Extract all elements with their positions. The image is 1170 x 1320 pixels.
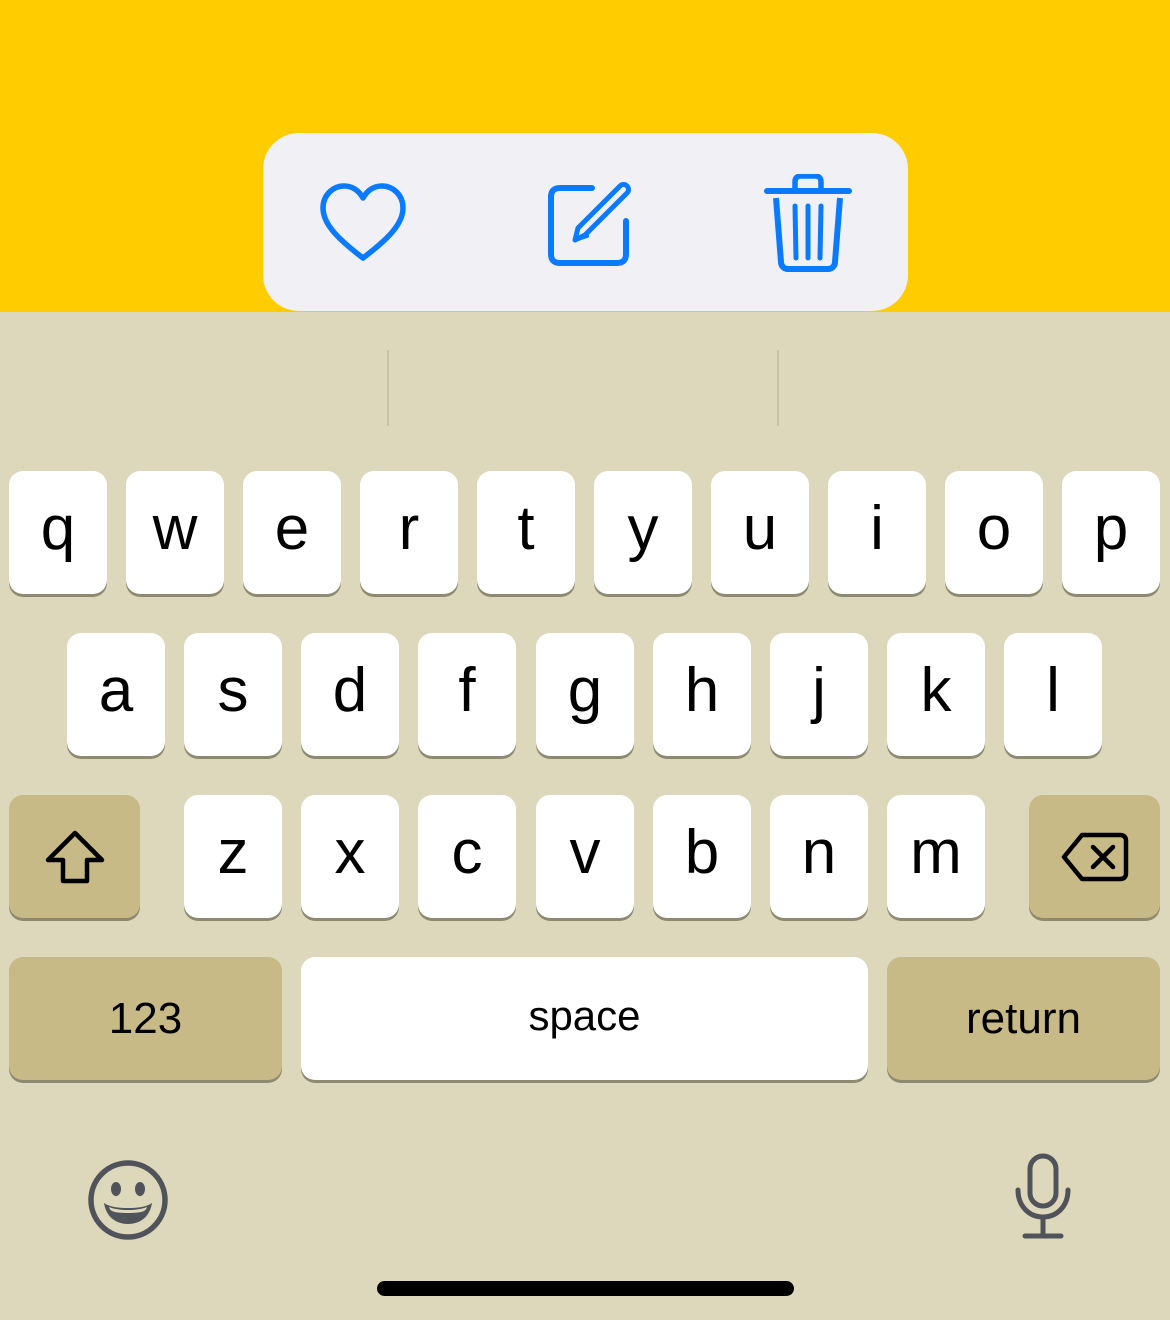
key-r[interactable]: r	[360, 471, 458, 594]
return-key-label: return	[966, 993, 1081, 1043]
key-g[interactable]: g	[536, 633, 634, 756]
trash-icon	[764, 174, 852, 272]
keyboard: q w e r t y u i o p a s d f g h j k l z …	[0, 312, 1170, 1320]
key-label: a	[98, 655, 134, 725]
delete-key[interactable]	[1029, 795, 1160, 918]
key-z[interactable]: z	[184, 795, 282, 918]
key-label: j	[812, 655, 826, 725]
key-q[interactable]: q	[9, 471, 107, 594]
key-b[interactable]: b	[653, 795, 751, 918]
emoji-icon	[88, 1160, 168, 1240]
key-label: k	[920, 655, 952, 725]
key-t[interactable]: t	[477, 471, 575, 594]
key-c[interactable]: c	[418, 795, 516, 918]
key-label: x	[334, 817, 366, 887]
key-label: m	[910, 817, 962, 887]
numbers-key[interactable]: 123	[9, 957, 282, 1080]
key-e[interactable]: e	[243, 471, 341, 594]
dictation-button[interactable]	[1003, 1150, 1083, 1242]
key-label: t	[517, 493, 535, 563]
key-label: c	[451, 817, 483, 887]
key-k[interactable]: k	[887, 633, 985, 756]
suggestion-divider	[387, 350, 389, 426]
backspace-icon	[1061, 832, 1128, 881]
key-label: y	[627, 493, 659, 563]
key-label: g	[567, 655, 603, 725]
suggestion-divider	[777, 350, 779, 426]
key-h[interactable]: h	[653, 633, 751, 756]
key-s[interactable]: s	[184, 633, 282, 756]
key-label: i	[870, 493, 884, 563]
edit-button[interactable]	[533, 173, 643, 273]
key-x[interactable]: x	[301, 795, 399, 918]
key-w[interactable]: w	[126, 471, 224, 594]
key-label: w	[152, 493, 198, 563]
shift-key[interactable]	[9, 795, 140, 918]
key-m[interactable]: m	[887, 795, 985, 918]
key-y[interactable]: y	[594, 471, 692, 594]
numbers-key-label: 123	[108, 993, 183, 1043]
key-label: z	[217, 817, 249, 887]
key-u[interactable]: u	[711, 471, 809, 594]
key-d[interactable]: d	[301, 633, 399, 756]
microphone-icon	[1015, 1153, 1071, 1239]
return-key[interactable]: return	[887, 957, 1160, 1080]
key-label: o	[976, 493, 1012, 563]
compose-icon	[548, 182, 631, 266]
heart-icon	[320, 183, 406, 261]
key-i[interactable]: i	[828, 471, 926, 594]
home-indicator	[377, 1281, 794, 1296]
key-label: e	[274, 493, 310, 563]
key-l[interactable]: l	[1004, 633, 1102, 756]
space-key[interactable]: space	[301, 957, 868, 1080]
action-toolbar	[263, 133, 908, 311]
delete-button[interactable]	[753, 173, 863, 273]
key-label: v	[569, 817, 601, 887]
key-o[interactable]: o	[945, 471, 1043, 594]
key-label: f	[458, 655, 476, 725]
key-p[interactable]: p	[1062, 471, 1160, 594]
space-key-label: space	[528, 991, 641, 1039]
emoji-button[interactable]	[84, 1156, 172, 1244]
key-label: q	[40, 493, 76, 563]
key-a[interactable]: a	[67, 633, 165, 756]
key-label: u	[742, 493, 778, 563]
favorite-button[interactable]	[308, 173, 418, 273]
shift-arrow-icon	[45, 830, 104, 883]
key-v[interactable]: v	[536, 795, 634, 918]
key-label: d	[332, 655, 368, 725]
key-label: b	[684, 817, 720, 887]
key-label: r	[398, 493, 420, 563]
key-label: p	[1093, 493, 1129, 563]
key-label: l	[1046, 655, 1060, 725]
key-f[interactable]: f	[418, 633, 516, 756]
key-label: s	[217, 655, 249, 725]
key-label: n	[801, 817, 837, 887]
key-n[interactable]: n	[770, 795, 868, 918]
key-j[interactable]: j	[770, 633, 868, 756]
key-label: h	[684, 655, 720, 725]
